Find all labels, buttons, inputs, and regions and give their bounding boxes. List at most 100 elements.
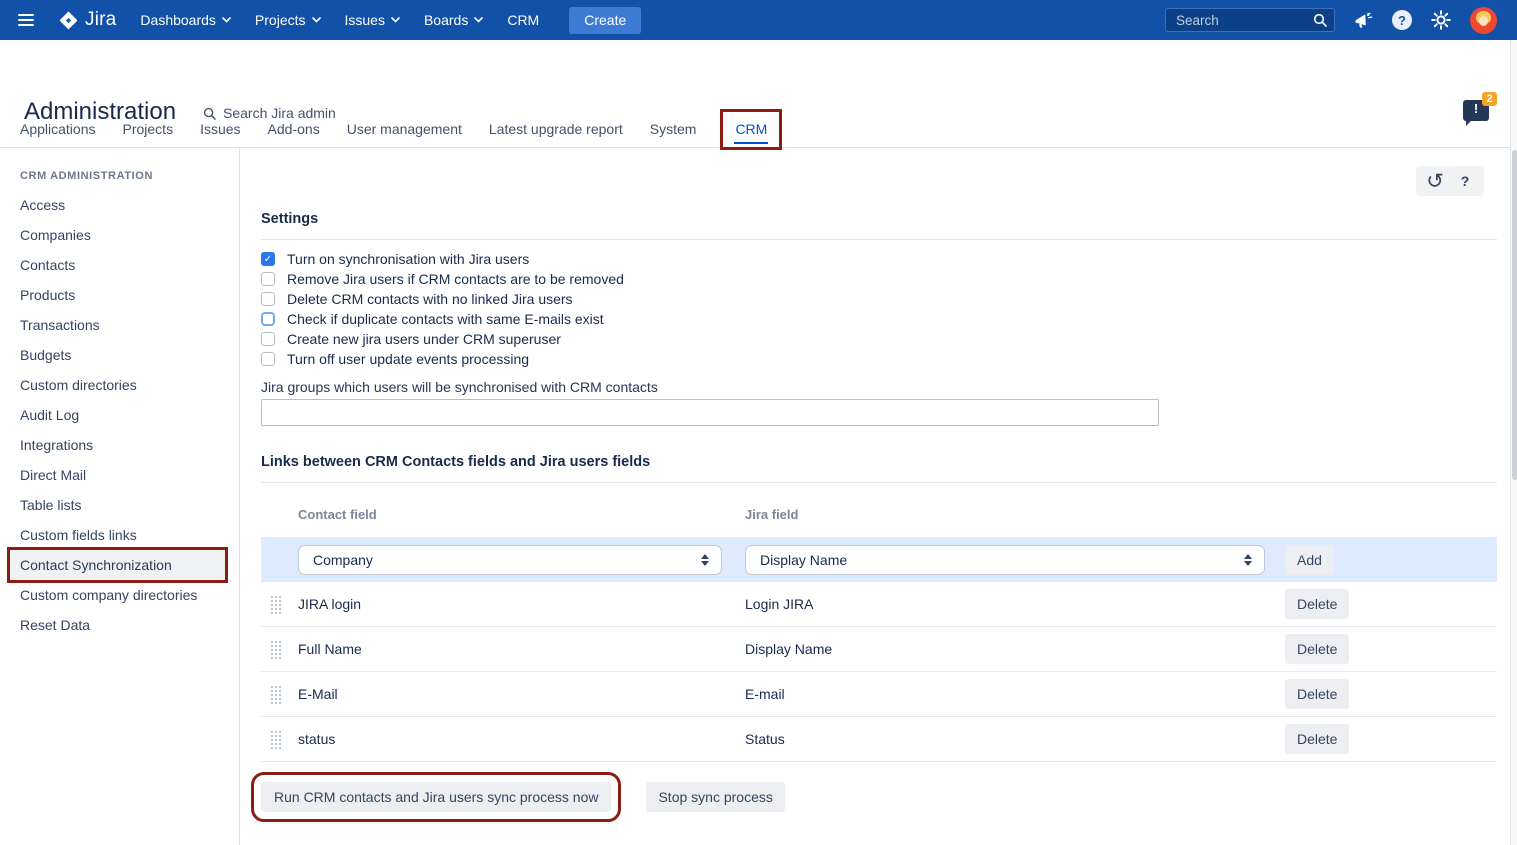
field-links-table: Contact field Jira field Company Display… (261, 491, 1497, 762)
jira-field-select[interactable]: Display Name (745, 545, 1265, 575)
global-search-input[interactable] (1165, 8, 1335, 32)
delete-button[interactable]: Delete (1285, 589, 1349, 619)
sidebar-item-integrations[interactable]: Integrations (0, 430, 239, 460)
stop-sync-button[interactable]: Stop sync process (646, 782, 784, 812)
table-row: Full Name Display Name Delete (261, 627, 1497, 672)
sidebar-item-products[interactable]: Products (0, 280, 239, 310)
checkbox-create-users-superuser[interactable] (261, 332, 275, 346)
nav-boards[interactable]: Boards (424, 12, 483, 28)
divider (261, 239, 1497, 240)
select-arrows-icon (1244, 554, 1252, 566)
tab-latest-upgrade-report[interactable]: Latest upgrade report (489, 112, 623, 147)
sidebar-item-custom-directories[interactable]: Custom directories (0, 370, 239, 400)
setting-row: ✓ Turn on synchronisation with Jira user… (261, 249, 624, 269)
page-scrollbar[interactable] (1510, 40, 1517, 845)
chevron-down-icon (474, 17, 483, 23)
divider (261, 482, 1497, 483)
jira-groups-label: Jira groups which users will be synchron… (261, 379, 658, 395)
sidebar-item-audit-log[interactable]: Audit Log (0, 400, 239, 430)
checkbox-turn-on-sync[interactable]: ✓ (261, 252, 275, 266)
column-contact-field: Contact field (298, 507, 745, 522)
sidebar-item-access[interactable]: Access (0, 190, 239, 220)
drag-handle-icon[interactable] (270, 595, 281, 614)
table-header-row: Contact field Jira field (261, 491, 1497, 538)
refresh-icon[interactable]: ↺ (1420, 166, 1450, 196)
links-heading: Links between CRM Contacts fields and Ji… (261, 454, 650, 470)
run-sync-button[interactable]: Run CRM contacts and Jira users sync pro… (261, 782, 611, 812)
chevron-down-icon (312, 17, 321, 23)
sidebar-item-direct-mail[interactable]: Direct Mail (0, 460, 239, 490)
tab-applications[interactable]: Applications (20, 112, 96, 147)
sidebar-item-companies[interactable]: Companies (0, 220, 239, 250)
top-navbar: Jira Dashboards Projects Issues Boards C… (0, 0, 1517, 40)
nav-projects[interactable]: Projects (255, 12, 321, 28)
nav-dashboards[interactable]: Dashboards (140, 12, 231, 28)
megaphone-icon[interactable] (1354, 12, 1373, 29)
sidebar-item-contact-synchronization[interactable]: Contact Synchronization (10, 550, 225, 580)
sidebar-item-custom-fields-links[interactable]: Custom fields links (0, 520, 239, 550)
checkbox-delete-crm-contacts[interactable] (261, 292, 275, 306)
setting-row: Remove Jira users if CRM contacts are to… (261, 269, 624, 289)
jira-groups-input[interactable] (261, 399, 1159, 426)
delete-button[interactable]: Delete (1285, 634, 1349, 664)
brand-name: Jira (85, 9, 116, 31)
table-row: E-Mail E-mail Delete (261, 672, 1497, 717)
crm-admin-sidebar: CRM ADMINISTRATION Access Companies Cont… (0, 148, 240, 845)
tab-crm[interactable]: CRM (723, 112, 779, 147)
tab-user-management[interactable]: User management (347, 112, 462, 147)
user-avatar[interactable] (1470, 7, 1497, 34)
setting-row: Check if duplicate contacts with same E-… (261, 309, 624, 329)
drag-handle-icon[interactable] (270, 730, 281, 749)
tab-projects[interactable]: Projects (123, 112, 174, 147)
create-button[interactable]: Create (569, 7, 641, 34)
checkbox-check-duplicates[interactable] (261, 312, 275, 326)
main-content: ↺ ? Settings ✓ Turn on synchronisation w… (241, 148, 1517, 845)
sidebar-item-contacts[interactable]: Contacts (0, 250, 239, 280)
contact-field-select[interactable]: Company (298, 545, 722, 575)
nav-issues[interactable]: Issues (345, 12, 400, 28)
hamburger-menu-icon[interactable] (18, 14, 34, 26)
nav-crm[interactable]: CRM (507, 12, 539, 28)
jira-logo-icon (58, 10, 79, 31)
table-row: JIRA login Login JIRA Delete (261, 582, 1497, 627)
add-button[interactable]: Add (1285, 545, 1334, 575)
setting-row: Delete CRM contacts with no linked Jira … (261, 289, 624, 309)
sidebar-item-table-lists[interactable]: Table lists (0, 490, 239, 520)
help-icon[interactable]: ? (1392, 10, 1412, 30)
delete-button[interactable]: Delete (1285, 679, 1349, 709)
scrollbar-thumb[interactable] (1512, 150, 1517, 480)
check-icon: ✓ (264, 254, 272, 265)
sidebar-section-title: CRM ADMINISTRATION (0, 148, 239, 190)
global-search (1165, 8, 1335, 32)
sync-actions: Run CRM contacts and Jira users sync pro… (261, 782, 785, 812)
delete-button[interactable]: Delete (1285, 724, 1349, 754)
settings-checkbox-group: ✓ Turn on synchronisation with Jira user… (261, 249, 624, 369)
checkbox-turn-off-update-events[interactable] (261, 352, 275, 366)
sidebar-item-transactions[interactable]: Transactions (0, 310, 239, 340)
tab-system[interactable]: System (650, 112, 697, 147)
chevron-down-icon (222, 17, 231, 23)
sidebar-item-reset-data[interactable]: Reset Data (0, 610, 239, 640)
table-row: status Status Delete (261, 717, 1497, 762)
column-jira-field: Jira field (745, 507, 1285, 522)
sidebar-item-custom-company-directories[interactable]: Custom company directories (0, 580, 239, 610)
settings-heading: Settings (261, 211, 318, 227)
sidebar-item-budgets[interactable]: Budgets (0, 340, 239, 370)
setting-row: Turn off user update events processing (261, 349, 624, 369)
tab-add-ons[interactable]: Add-ons (268, 112, 320, 147)
search-icon (1313, 13, 1327, 27)
drag-handle-icon[interactable] (270, 640, 281, 659)
chevron-down-icon (391, 17, 400, 23)
drag-handle-icon[interactable] (270, 685, 281, 704)
jira-logo[interactable]: Jira (58, 9, 116, 31)
checkbox-remove-jira-users[interactable] (261, 272, 275, 286)
setting-row: Create new jira users under CRM superuse… (261, 329, 624, 349)
tab-issues[interactable]: Issues (200, 112, 240, 147)
new-link-row: Company Display Name Add (261, 538, 1497, 582)
admin-tabs: Applications Projects Issues Add-ons Use… (0, 112, 1517, 148)
gear-icon[interactable] (1431, 10, 1451, 30)
select-arrows-icon (701, 554, 709, 566)
notification-badge: 2 (1482, 92, 1497, 106)
page-tools: ↺ ? (1416, 166, 1484, 196)
page-help-button[interactable]: ? (1450, 166, 1480, 196)
